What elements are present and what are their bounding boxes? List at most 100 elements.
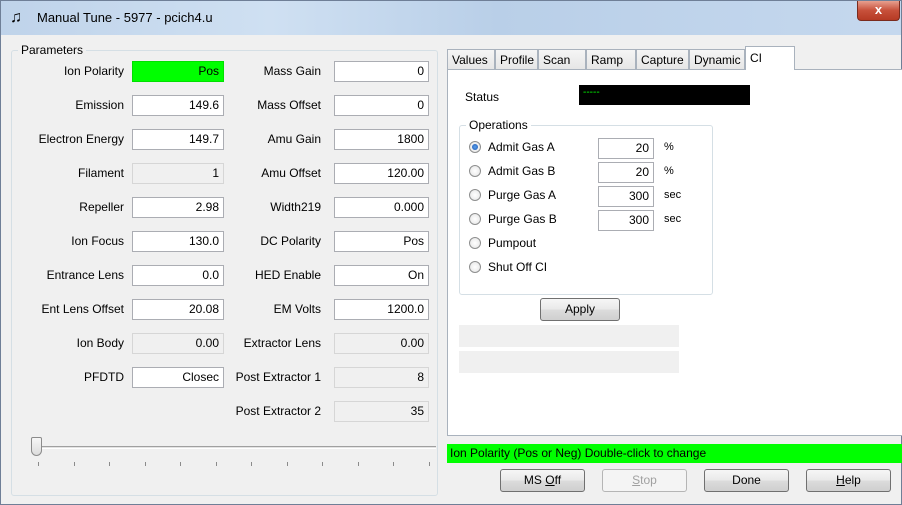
- op-label[interactable]: Pumpout: [488, 236, 536, 250]
- param-label: Filament: [77, 166, 124, 180]
- ms-off-label-pre: MS: [523, 473, 546, 487]
- op-label[interactable]: Admit Gas B: [488, 164, 555, 178]
- param-label: Ion Body: [76, 336, 124, 350]
- slider-tick: [215, 462, 217, 466]
- param-label: HED Enable: [254, 268, 321, 282]
- param-label: Entrance Lens: [46, 268, 124, 282]
- param-field[interactable]: 0: [334, 61, 429, 82]
- slider-tick: [38, 462, 39, 466]
- ms-off-label-accel: O: [545, 473, 555, 487]
- param-label: EM Volts: [273, 302, 321, 316]
- tab-ci[interactable]: CI: [745, 46, 795, 70]
- slider-tick: [144, 462, 146, 466]
- ci-info-bar-2: [459, 351, 679, 373]
- slider-track[interactable]: [36, 446, 436, 449]
- param-field[interactable]: 120.00: [334, 163, 429, 184]
- ms-off-label-post: ff: [554, 473, 562, 487]
- slider-tick: [322, 462, 323, 466]
- param-label: DC Polarity: [260, 234, 321, 248]
- param-label: Amu Offset: [261, 166, 321, 180]
- slider-tick: [428, 462, 430, 466]
- stop-button[interactable]: Stop: [602, 469, 687, 492]
- param-label: Emission: [75, 98, 124, 112]
- param-label: Ion Focus: [71, 234, 124, 248]
- op-value-field[interactable]: 20: [598, 162, 654, 183]
- op-radio[interactable]: [469, 237, 481, 249]
- op-radio[interactable]: [469, 261, 481, 273]
- param-label: PFDTD: [84, 370, 124, 384]
- help-label-post: elp: [844, 473, 861, 487]
- param-field[interactable]: 0.000: [334, 197, 429, 218]
- param-label: Width219: [270, 200, 321, 214]
- param-label: Extractor Lens: [243, 336, 321, 350]
- tab-profile[interactable]: Profile: [495, 49, 538, 69]
- slider-tick: [393, 462, 394, 466]
- op-radio[interactable]: [469, 141, 481, 153]
- op-value-field[interactable]: 300: [598, 210, 654, 231]
- slider-tick: [251, 462, 252, 466]
- op-label[interactable]: Shut Off CI: [488, 260, 547, 274]
- status-label: Status: [465, 90, 500, 104]
- param-field[interactable]: On: [334, 265, 429, 286]
- stop-label-accel: S: [632, 473, 641, 487]
- status-value: -----: [583, 87, 600, 98]
- param-label: Post Extractor 1: [235, 370, 321, 384]
- param-label: Ion Polarity: [63, 64, 124, 78]
- status-display: -----: [579, 85, 750, 105]
- tab-ramp[interactable]: Ramp: [586, 49, 636, 69]
- hint-bar: Ion Polarity (Pos or Neg) Double-click t…: [447, 444, 902, 463]
- param-label: Post Extractor 2: [235, 404, 321, 418]
- title-bar[interactable]: ♫ Manual Tune - 5977 - pcich4.u x: [1, 1, 901, 35]
- param-field: 0.00: [334, 333, 429, 354]
- param-label: Mass Gain: [263, 64, 321, 78]
- slider-thumb[interactable]: [31, 437, 42, 456]
- param-field[interactable]: 1800: [334, 129, 429, 150]
- manual-tune-window: ♫ Manual Tune - 5977 - pcich4.u x Parame…: [0, 0, 902, 505]
- ci-tab-panel: Status ----- Operations Admit Gas A 20% Ad…: [447, 69, 902, 436]
- op-unit: %: [664, 141, 674, 153]
- ms-off-button[interactable]: MS Off: [500, 469, 585, 492]
- operations-legend: Operations: [466, 118, 531, 132]
- slider-tick: [73, 462, 75, 466]
- parameters-legend: Parameters: [18, 43, 87, 57]
- op-radio[interactable]: [469, 189, 481, 201]
- param-field[interactable]: Pos: [334, 231, 429, 252]
- param-field[interactable]: 0: [334, 95, 429, 116]
- op-label[interactable]: Purge Gas A: [488, 188, 556, 202]
- param-label: Repeller: [79, 200, 124, 214]
- param-label: Amu Gain: [267, 132, 321, 146]
- param-label: Ent Lens Offset: [41, 302, 125, 316]
- music-note-icon: ♫: [10, 9, 22, 26]
- op-label[interactable]: Admit Gas A: [488, 140, 555, 154]
- window-title: Manual Tune - 5977 - pcich4.u: [37, 10, 213, 25]
- op-value-field[interactable]: 20: [598, 138, 654, 159]
- tab-scan[interactable]: Scan: [538, 49, 586, 69]
- op-radio[interactable]: [469, 165, 481, 177]
- param-field: 8: [334, 367, 429, 388]
- op-unit: sec: [664, 213, 682, 225]
- tab-capture[interactable]: Capture: [636, 49, 689, 69]
- close-button[interactable]: x: [857, 1, 900, 21]
- op-label[interactable]: Purge Gas B: [488, 212, 557, 226]
- done-button[interactable]: Done: [704, 469, 789, 492]
- stop-label-post: top: [640, 473, 657, 487]
- slider-tick: [180, 462, 181, 466]
- op-unit: sec: [664, 189, 682, 201]
- help-button[interactable]: Help: [806, 469, 891, 492]
- ci-info-bar-1: [459, 325, 679, 347]
- param-label: Electron Energy: [38, 132, 124, 146]
- slider-tick: [109, 462, 110, 466]
- help-label-accel: H: [836, 473, 845, 487]
- param-field[interactable]: 1200.0: [334, 299, 429, 320]
- apply-button[interactable]: Apply: [540, 298, 620, 321]
- op-radio[interactable]: [469, 213, 481, 225]
- slider-tick: [357, 462, 359, 466]
- op-value-field[interactable]: 300: [598, 186, 654, 207]
- tab-values[interactable]: Values: [447, 49, 495, 69]
- param-label: Mass Offset: [257, 98, 321, 112]
- op-unit: %: [664, 165, 674, 177]
- tab-dynamic[interactable]: Dynamic: [689, 49, 745, 69]
- param-field: 35: [334, 401, 429, 422]
- slider-tick: [286, 462, 288, 466]
- client-area: Parameters Ion Polarity Pos Emission 149.6 E…: [8, 36, 902, 501]
